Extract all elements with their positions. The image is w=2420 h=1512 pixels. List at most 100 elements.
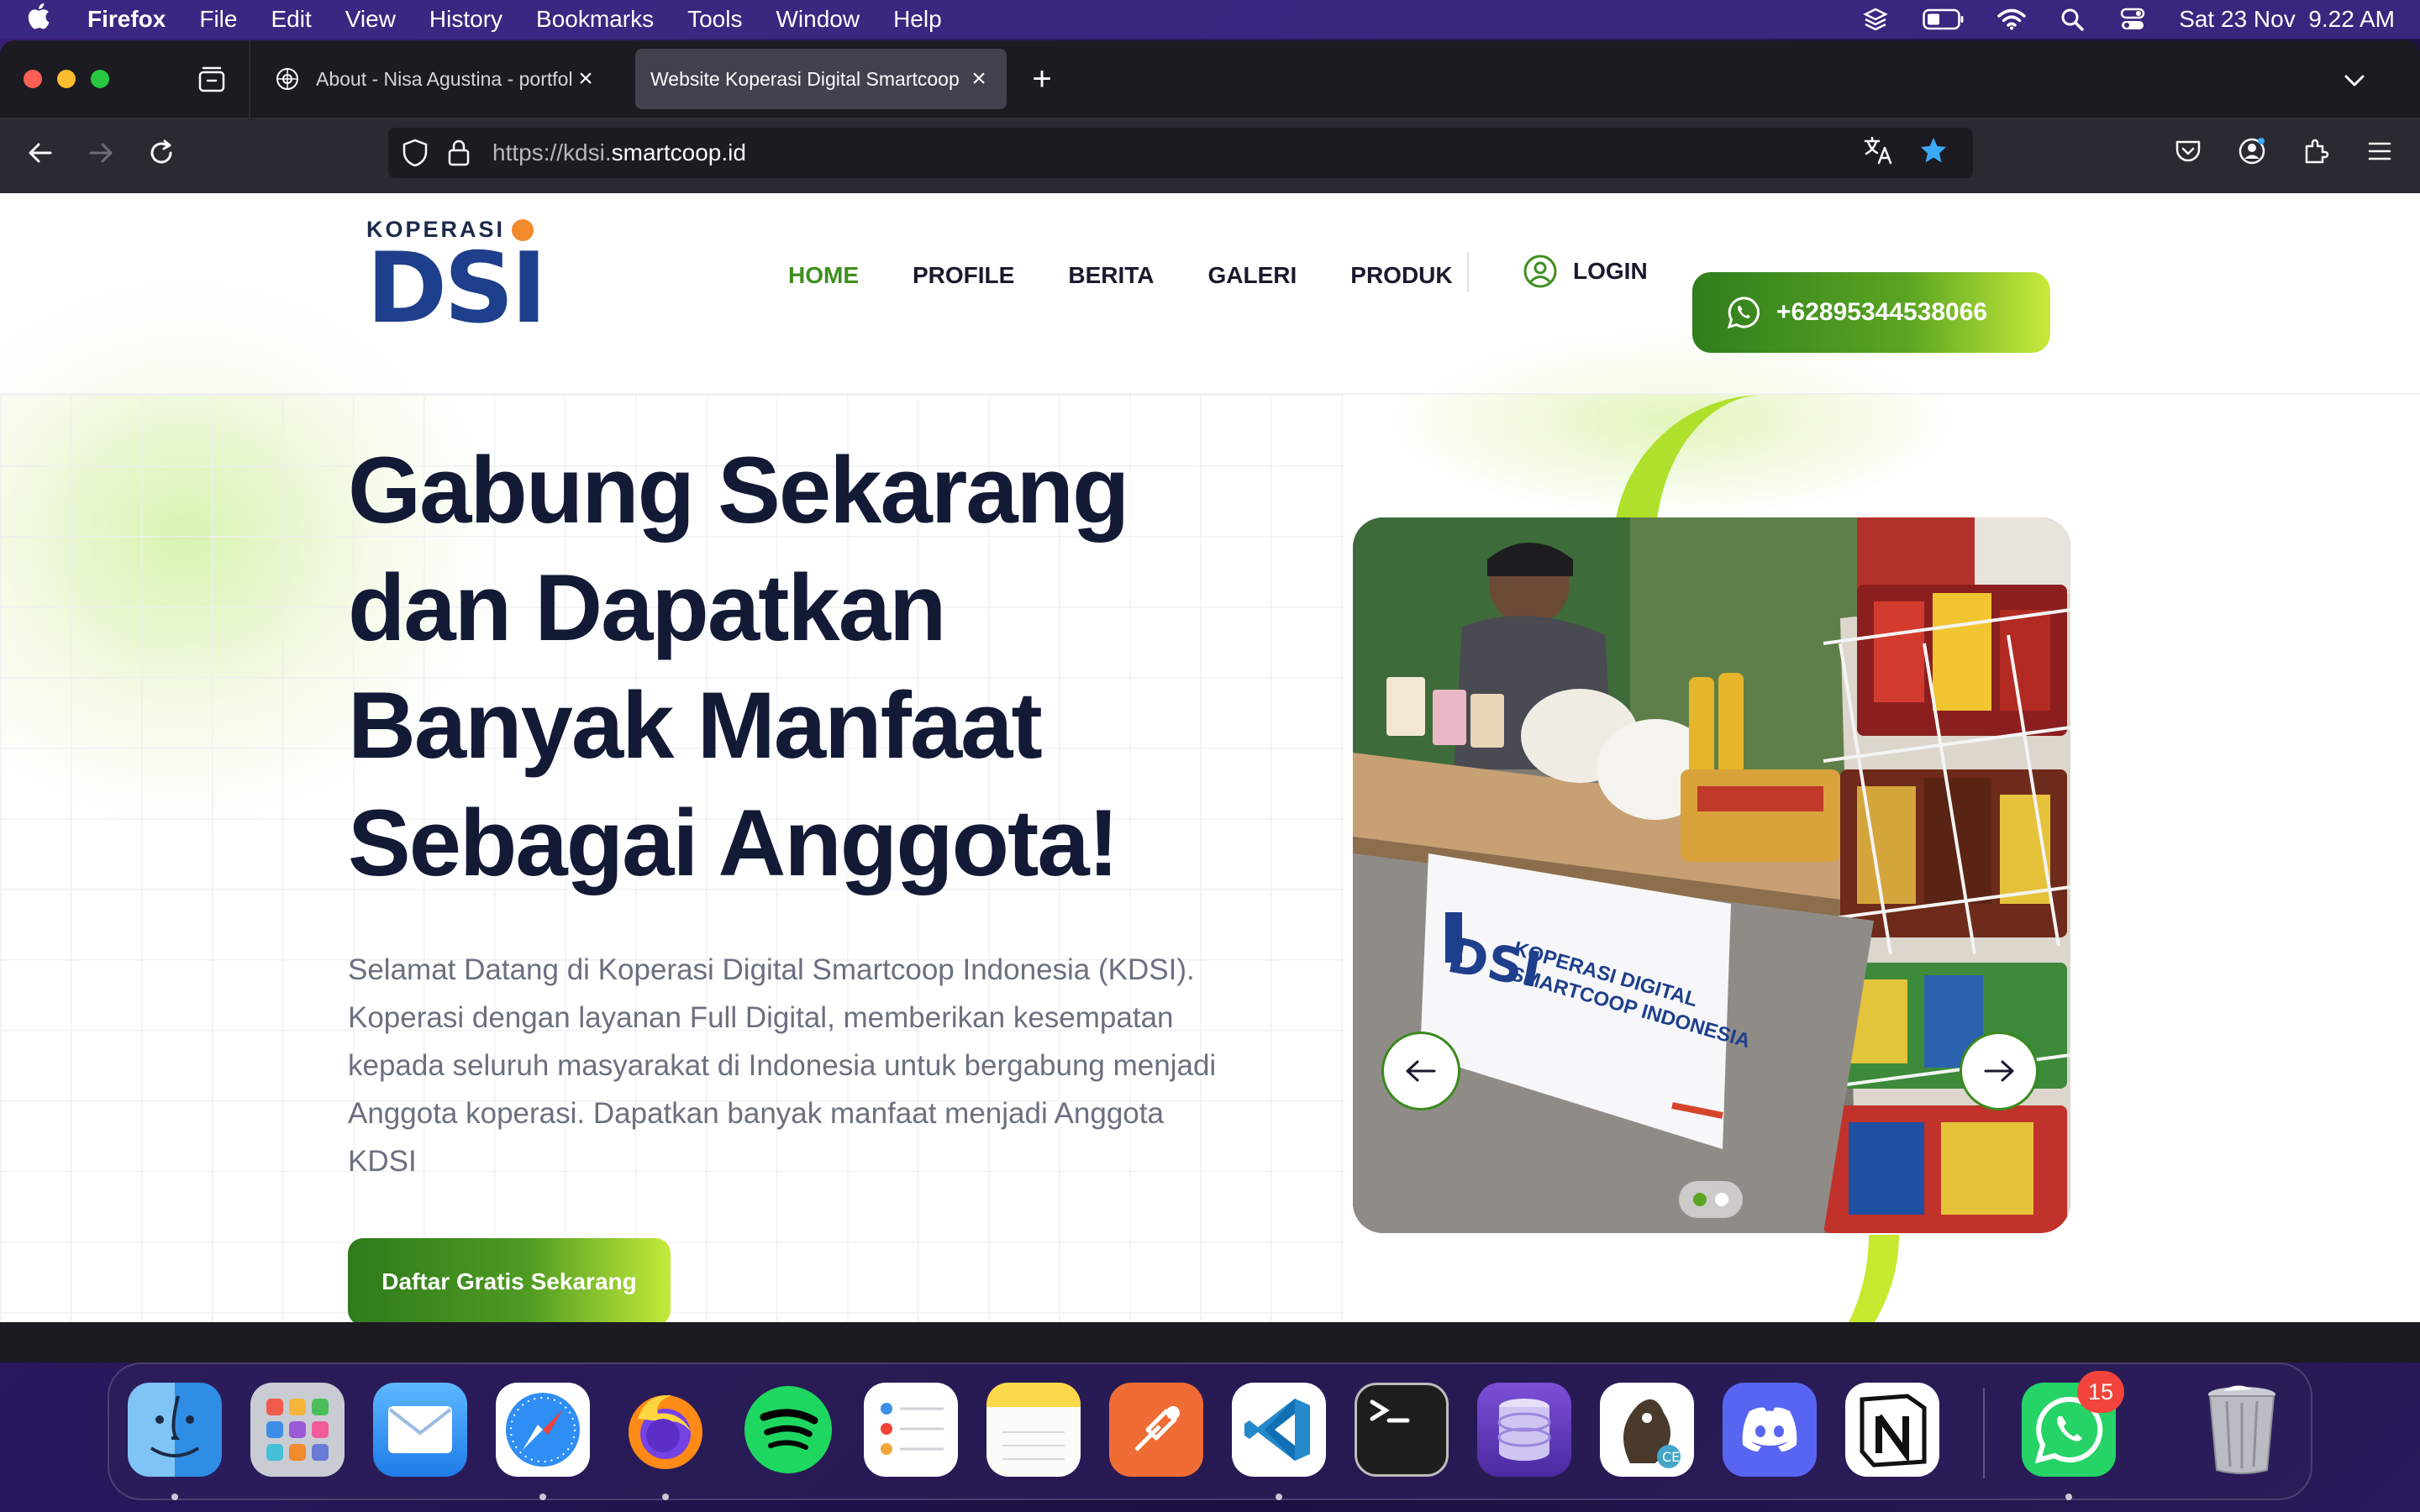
carousel-next-button[interactable] [1960,1032,2039,1110]
dock-whatsapp[interactable]: 15 [2022,1371,2124,1477]
list-all-tabs-icon[interactable] [2339,66,2370,96]
control-center-icon[interactable] [2118,7,2147,32]
hero-description: Selamat Datang di Koperasi Digital Smart… [348,953,1217,1178]
nav-home[interactable]: HOME [788,262,859,289]
translate-icon[interactable] [1864,136,1894,171]
forward-arrow-icon[interactable] [84,136,118,170]
user-icon [1523,255,1557,288]
menu-history[interactable]: History [429,6,502,33]
dock-separator [1983,1388,1985,1478]
new-tab-icon[interactable]: + [1027,62,1057,96]
dock-terminal[interactable] [1355,1383,1449,1477]
login-link[interactable]: LOGIN [1523,254,1648,289]
tracking-protection-shield-icon[interactable] [400,138,430,168]
account-icon[interactable] [2235,134,2269,168]
nav-profile[interactable]: PROFILE [913,262,1014,289]
menu-tools[interactable]: Tools [687,6,742,33]
lock-icon[interactable] [445,138,472,168]
zoom-window-button[interactable] [91,70,109,88]
nav-berita[interactable]: BERITA [1068,262,1154,289]
dock-coteditor[interactable]: CE [1600,1383,1694,1477]
menu-view[interactable]: View [345,6,396,33]
kdsi-logo[interactable]: KOPERASI DSI [366,217,547,351]
website-viewport: KOPERASI DSI HOME PROFILE BERITA GALERI … [0,193,2420,1322]
running-indicator [171,1494,178,1500]
battery-icon[interactable] [1922,7,1965,32]
close-window-button[interactable] [24,70,42,88]
running-indicator [539,1494,546,1500]
dock-discord[interactable] [1723,1383,1817,1477]
close-tab-icon[interactable]: × [966,65,992,93]
spotlight-search-icon[interactable] [2058,7,2086,32]
back-arrow-icon[interactable] [24,136,57,170]
dock-notion[interactable] [1845,1383,1939,1477]
carousel-photo: DSI KOPERASI DIGITAL SMARTCOOP INDONESIA [1353,517,2070,1233]
whatsapp-icon [1727,297,1760,329]
address-bar[interactable]: https://kdsi.smartcoop.id [388,128,1973,178]
notes-icon [1002,1431,1065,1460]
menu-help[interactable]: Help [893,6,942,33]
register-free-button[interactable]: Daftar Gratis Sekarang [348,1238,671,1322]
dock-database[interactable] [1477,1383,1571,1477]
main-nav: HOME PROFILE BERITA GALERI PRODUK [788,262,1453,289]
layers-icon[interactable] [1861,7,1890,32]
carousel-indicators [1679,1181,1743,1218]
pocket-icon[interactable] [2171,134,2205,168]
dock-postman[interactable] [1109,1383,1203,1477]
whatsapp-contact-button[interactable]: +62895344538066 [1692,272,2050,353]
trash-icon [2208,1385,2275,1474]
coteditor-icon: CE [1623,1399,1681,1468]
terminal-prompt-icon [1370,1399,1410,1423]
nav-toolbar: https://kdsi.smartcoop.id [0,118,2420,186]
running-indicator [1276,1494,1282,1500]
dock-notes[interactable] [986,1383,1081,1477]
dock-launchpad[interactable] [250,1383,345,1477]
tab-kdsi[interactable]: Website Koperasi Digital Smartcoop Indon… [635,49,1007,109]
menu-bar: Firefox File Edit View History Bookmarks… [0,0,2420,39]
dock-safari[interactable] [496,1383,590,1477]
url-text[interactable]: https://kdsi.smartcoop.id [492,139,746,166]
arrow-left-icon [1406,1060,1436,1082]
carousel-dot-2[interactable] [1715,1193,1728,1206]
mail-envelope-icon [388,1406,452,1453]
extensions-icon[interactable] [2299,134,2333,168]
dock-reminders[interactable] [864,1383,958,1477]
apple-icon[interactable] [25,2,59,37]
bookmark-star-icon[interactable] [1919,136,1948,171]
discord-icon [1742,1407,1797,1452]
dock-vscode[interactable] [1232,1383,1326,1477]
menu-bookmarks[interactable]: Bookmarks [536,6,654,33]
reload-icon[interactable] [145,136,178,170]
menu-window[interactable]: Window [776,6,860,33]
url-domain: smartcoop.id [611,139,746,165]
decorative-arc [1731,1235,1899,1322]
menu-app-name[interactable]: Firefox [87,6,166,33]
compass-icon [506,1393,580,1467]
wifi-icon[interactable] [1997,7,2026,32]
nav-galeri[interactable]: GALERI [1208,262,1297,289]
carousel-prev-button[interactable] [1381,1032,1460,1110]
close-tab-icon[interactable]: × [573,65,598,93]
logo-big-text: DSI [366,232,547,345]
dock-mail[interactable] [373,1383,467,1477]
carousel-dot-1[interactable] [1693,1193,1707,1206]
tab-about[interactable]: About - Nisa Agustina - portfolio × [260,49,613,109]
hamburger-menu-icon[interactable] [2363,134,2396,168]
tab-overview-icon[interactable] [197,64,227,94]
dock-finder[interactable] [128,1383,222,1477]
window-controls [24,70,109,88]
dock-firefox[interactable] [618,1383,713,1477]
dock-trash[interactable] [2195,1383,2289,1477]
portfolio-favicon-icon [276,67,299,91]
url-prefix: https://kdsi. [492,139,612,165]
nav-produk[interactable]: PRODUK [1350,262,1452,289]
nav-divider [1467,252,1469,292]
dock-spotify[interactable] [741,1383,835,1477]
menu-edit[interactable]: Edit [271,6,311,33]
menu-datetime[interactable]: Sat 23 Nov 9.22 AM [2179,6,2395,33]
hero-title: Gabung Sekarang dan Dapatkan Banyak Manf… [348,438,1129,895]
minimize-window-button[interactable] [57,70,76,88]
postman-pen-icon [1134,1406,1180,1452]
menu-file[interactable]: File [199,6,237,33]
spotify-icon [744,1386,832,1473]
